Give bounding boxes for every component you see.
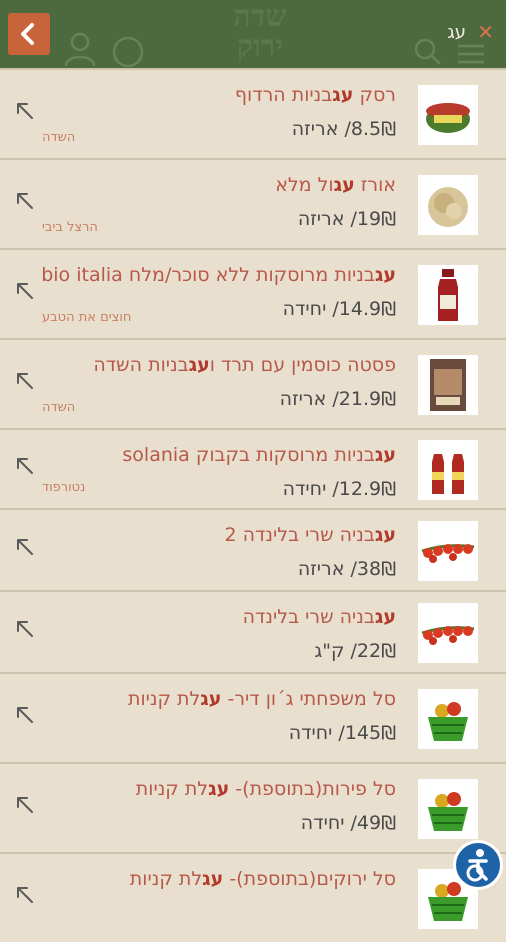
search-icon [414,38,441,65]
product-name[interactable]: עגבניה שרי בלינדה [25,606,396,628]
product-name[interactable]: עגבניה שרי בלינדה 2 [25,524,396,546]
product-name-suffix: ול מלא [275,174,334,196]
product-name[interactable]: סל פירות(בתוספת)- עגלת קניות [25,778,396,800]
product-name[interactable]: אורז עגול מלא [25,174,396,196]
chevron-left-icon [21,23,34,45]
product-name[interactable]: סל משפחתי ג´ון דיר- עגלת קניות [25,688,396,710]
product-image[interactable] [418,689,478,749]
product-image[interactable] [418,355,478,415]
product-name-highlight: עג [202,868,224,890]
product-name-suffix: בניות הרדוף [234,84,333,106]
arrow-up-left-icon[interactable] [14,704,36,726]
product-name-prefix: אורז [354,174,396,196]
product-name-prefix: פסטה כוסמין עם תרד ו [209,354,396,376]
arrow-up-left-icon[interactable] [14,884,36,906]
product-name[interactable]: עגבניות מרוסקות בקבוק solania [25,444,396,466]
product-image[interactable] [418,175,478,235]
arrow-up-left-icon[interactable] [14,536,36,558]
product-name-suffix: בניות מרוסקות בקבוק solania [122,444,375,466]
arrow-up-left-icon[interactable] [14,370,36,392]
product-name-highlight: עג [208,778,230,800]
product-name-highlight: עג [374,444,396,466]
arrow-up-left-icon[interactable] [14,190,36,212]
product-name[interactable]: רסק עגבניות הרדוף [25,84,396,106]
product-price: 145₪/ יחידה [288,722,396,744]
product-vendor[interactable]: נטורפוד [42,480,85,495]
product-vendor[interactable]: השדה [42,130,75,145]
product-row[interactable]: אורז עגול מלא 19₪/ אריזה הרצל ביבי [0,158,506,248]
product-name-suffix: בניה שרי בלינדה [242,606,375,628]
accessibility-button[interactable] [453,840,503,890]
close-icon[interactable]: ✕ [477,20,494,44]
product-row[interactable]: סל ירוקים(בתוספת)- עגלת קניות [0,852,506,942]
product-row[interactable]: סל פירות(בתוספת)- עגלת קניות 49₪/ יחידה [0,762,506,852]
product-name-suffix: לת קניות [127,688,201,710]
product-image[interactable] [418,440,478,500]
accessibility-icon [466,849,488,882]
product-vendor[interactable]: השדה [42,400,75,415]
product-price: 22₪/ ק"ג [314,640,396,662]
product-name-highlight: עג [332,84,354,106]
product-price: 8.5₪/ אריזה [291,118,396,140]
product-name[interactable]: סל ירוקים(בתוספת)- עגלת קניות [25,868,396,890]
product-vendor[interactable]: הרצל ביבי [42,220,98,235]
product-price: 14.9₪/ יחידה [282,298,396,320]
product-row[interactable]: עגבניה שרי בלינדה 22₪/ ק"ג [0,590,506,672]
product-name-highlight: עג [374,264,396,286]
product-row[interactable]: רסק עגבניות הרדוף 8.5₪/ אריזה השדה [0,68,506,158]
product-name-highlight: עג [188,354,210,376]
product-row[interactable]: פסטה כוסמין עם תרד ועגבניות השדה 21.9₪/ א… [0,338,506,428]
product-name-suffix: בניה שרי בלינדה 2 [224,524,375,546]
product-image[interactable] [418,521,478,581]
product-row[interactable]: עגבניה שרי בלינדה 2 38₪/ אריזה [0,508,506,590]
product-name-highlight: עג [374,524,396,546]
product-name-highlight: עג [333,174,355,196]
logo: שדה ירוק [233,0,287,64]
product-name-highlight: עג [200,688,222,710]
product-row[interactable]: עגבניות מרוסקות בקבוק solania 12.9₪/ יחיד… [0,428,506,508]
product-name-prefix: רסק [353,84,396,106]
product-image[interactable] [418,603,478,663]
search-query[interactable]: עג [447,22,466,43]
menu-icon [458,44,484,64]
search-results: רסק עגבניות הרדוף 8.5₪/ אריזה השדה אורז עגו… [0,68,506,942]
back-button[interactable] [8,13,50,55]
arrow-up-left-icon[interactable] [14,618,36,640]
user-icon [64,32,96,66]
product-price: 38₪/ אריזה [297,558,396,580]
product-name-prefix: סל ירוקים(בתוספת)- [223,868,396,890]
product-name-suffix: בניות מרוסקות ללא סוכר/מלח bio italia [41,264,375,286]
arrow-up-left-icon[interactable] [14,794,36,816]
product-price: 49₪/ יחידה [300,812,396,834]
arrow-up-left-icon[interactable] [14,455,36,477]
product-name[interactable]: פסטה כוסמין עם תרד ועגבניות השדה [25,354,396,376]
product-name[interactable]: עגבניות מרוסקות ללא סוכר/מלח bio italia [25,264,396,286]
product-row[interactable]: סל משפחתי ג´ון דיר- עגלת קניות 145₪/ יחיד… [0,672,506,762]
product-price: 12.9₪/ יחידה [282,478,396,500]
arrow-up-left-icon[interactable] [14,100,36,122]
product-row[interactable]: עגבניות מרוסקות ללא סוכר/מלח bio italia 1… [0,248,506,338]
product-name-prefix: סל משפחתי ג´ון דיר- [221,688,396,710]
product-price: 21.9₪/ אריזה [279,388,396,410]
product-price: 19₪/ אריזה [297,208,396,230]
product-image[interactable] [418,85,478,145]
product-name-suffix: בניות השדה [93,354,189,376]
product-vendor[interactable]: חוצים את הטבע [42,310,131,325]
product-image[interactable] [418,779,478,839]
product-name-suffix: לת קניות [129,868,203,890]
product-name-suffix: לת קניות [135,778,209,800]
product-image[interactable] [418,265,478,325]
top-bar: שדה ירוק עג ✕ [0,0,506,68]
arrow-up-left-icon[interactable] [14,280,36,302]
product-name-highlight: עג [374,606,396,628]
whatsapp-icon [112,36,144,68]
product-name-prefix: סל פירות(בתוספת)- [229,778,396,800]
